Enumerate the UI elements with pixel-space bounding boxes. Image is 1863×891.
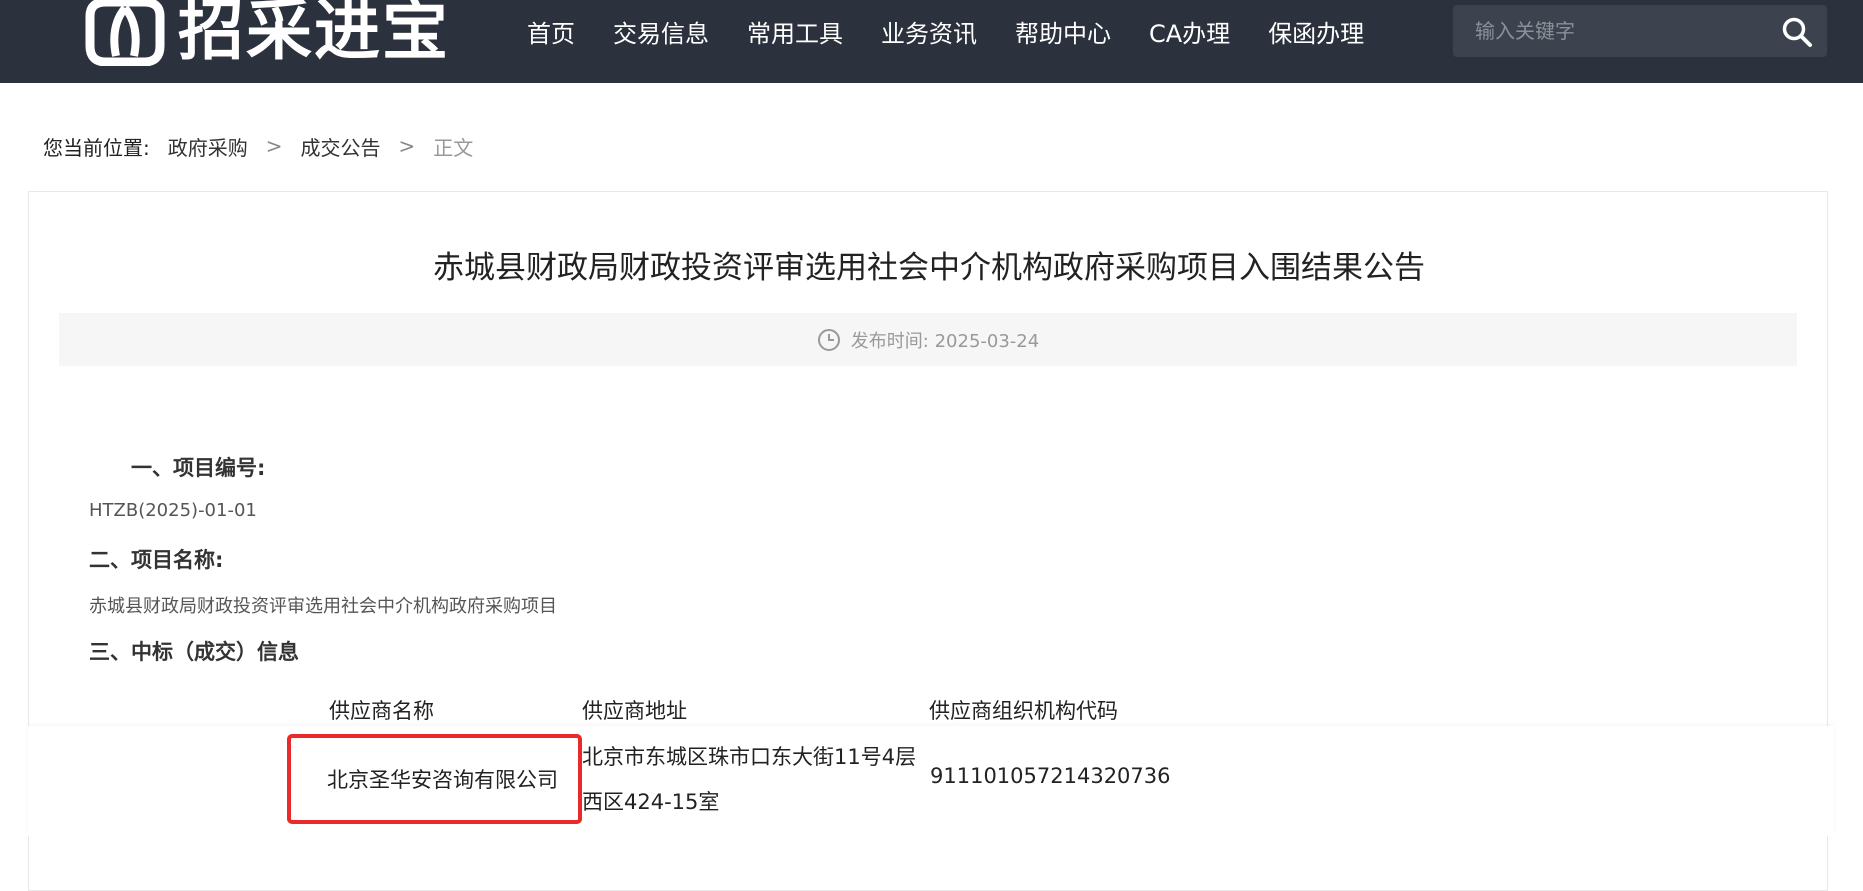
logo-mark-icon <box>85 0 165 66</box>
site-logo[interactable]: 招采进宝 <box>80 0 450 66</box>
logo-text: 招采进宝 <box>178 0 450 69</box>
article-title: 赤城县财政局财政投资评审选用社会中介机构政府采购项目入围结果公告 <box>433 250 1425 286</box>
table-header-org-code: 供应商组织机构代码 <box>929 699 1118 723</box>
breadcrumb-separator: > <box>265 134 283 158</box>
publish-time: 发布时间: 2025-03-24 <box>850 330 1040 352</box>
breadcrumb-gov-procurement[interactable]: 政府采购 <box>168 132 248 161</box>
section-project-name-title: 二、项目名称: <box>89 548 224 572</box>
breadcrumb-separator: > <box>398 134 416 158</box>
supplier-org-code: 911101057214320736 <box>930 764 1171 788</box>
table-header-supplier-address: 供应商地址 <box>582 699 687 723</box>
nav-item-ca[interactable]: CA办理 <box>1149 14 1230 49</box>
supplier-address-line2: 西区424-15室 <box>582 790 720 814</box>
section-award-info-title: 三、中标（成交）信息 <box>89 640 299 664</box>
clock-icon <box>817 328 840 351</box>
table-header-supplier-name: 供应商名称 <box>329 699 434 723</box>
main-nav: 首页 交易信息 常用工具 业务资讯 帮助中心 CA办理 保函办理 <box>527 0 1364 62</box>
supplier-address-line1: 北京市东城区珠市口东大街11号4层 <box>582 745 917 769</box>
project-number: HTZB(2025)-01-01 <box>89 500 257 521</box>
nav-item-home[interactable]: 首页 <box>527 14 575 49</box>
section-project-number-title: 一、项目编号: <box>131 456 266 480</box>
top-navbar: 招采进宝 首页 交易信息 常用工具 业务资讯 帮助中心 CA办理 保函办理 <box>0 0 1863 83</box>
breadcrumb-deal-notice[interactable]: 成交公告 <box>301 132 381 161</box>
nav-item-trade-info[interactable]: 交易信息 <box>613 14 709 49</box>
nav-item-news[interactable]: 业务资讯 <box>881 14 977 49</box>
breadcrumb: 您当前位置: 政府采购 > 成交公告 > 正文 <box>43 131 473 161</box>
publish-meta-bar: 发布时间: 2025-03-24 <box>59 313 1797 366</box>
project-name: 赤城县财政局财政投资评审选用社会中介机构政府采购项目 <box>89 596 557 617</box>
nav-item-tools[interactable]: 常用工具 <box>747 14 843 49</box>
search-input[interactable] <box>1453 5 1753 57</box>
search-icon[interactable] <box>1781 16 1813 48</box>
breadcrumb-label: 您当前位置: <box>43 135 150 160</box>
search-box <box>1453 5 1827 57</box>
highlight-annotation-box <box>287 734 582 824</box>
nav-item-help[interactable]: 帮助中心 <box>1015 14 1111 49</box>
breadcrumb-current: 正文 <box>433 135 474 160</box>
nav-item-guarantee[interactable]: 保函办理 <box>1268 14 1364 49</box>
